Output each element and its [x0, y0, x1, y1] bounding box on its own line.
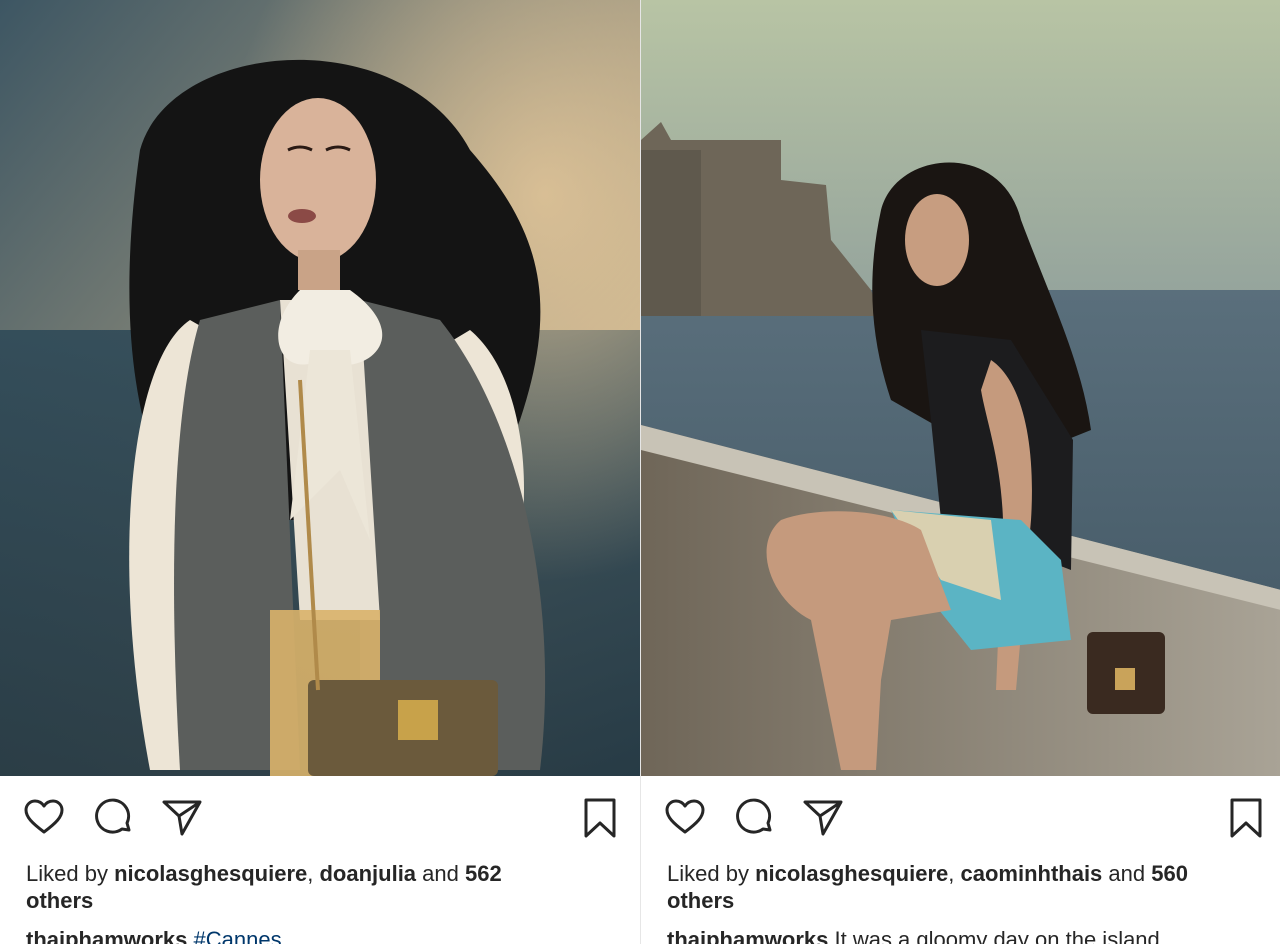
liker-username[interactable]: caominhthais: [960, 861, 1102, 886]
screenshot-collage: Liked by nicolasghesquiere, doanjulia an…: [0, 0, 1280, 944]
post-right: Liked by nicolasghesquiere, caominhthais…: [640, 0, 1280, 944]
heart-icon[interactable]: [22, 796, 66, 840]
liker-username[interactable]: nicolasghesquiere: [755, 861, 948, 886]
likes-prefix: Liked by: [667, 861, 756, 886]
likes-others[interactable]: others: [667, 888, 734, 913]
caption-hashtag[interactable]: #Cannes: [194, 927, 282, 944]
liker-username[interactable]: doanjulia: [319, 861, 416, 886]
likes-separator: ,: [307, 861, 320, 886]
action-bar: [641, 776, 1280, 858]
send-icon[interactable]: [160, 796, 204, 840]
heart-icon[interactable]: [663, 796, 707, 840]
liker-username[interactable]: nicolasghesquiere: [114, 861, 307, 886]
bookmark-icon[interactable]: [1224, 796, 1268, 840]
post-photo[interactable]: [0, 0, 640, 776]
likes-prefix: Liked by: [26, 861, 115, 886]
send-icon[interactable]: [801, 796, 845, 840]
likes-count[interactable]: 560: [1151, 861, 1188, 886]
comment-icon[interactable]: [91, 796, 135, 840]
caption-text: It was a gloomy day on the island: [828, 927, 1160, 944]
post-left: Liked by nicolasghesquiere, doanjulia an…: [0, 0, 640, 944]
likes-and: and: [416, 861, 465, 886]
likes-count[interactable]: 562: [465, 861, 502, 886]
post-photo[interactable]: [641, 0, 1280, 776]
caption-username[interactable]: thaiphamworks: [667, 927, 828, 944]
comment-icon[interactable]: [732, 796, 776, 840]
action-bar: [0, 776, 640, 858]
likes-others[interactable]: others: [26, 888, 93, 913]
photo-illustration: [641, 0, 1280, 776]
likes-text: Liked by nicolasghesquiere, caominhthais…: [667, 860, 1267, 914]
caption: thaiphamworks #Cannes: [26, 926, 626, 944]
caption: thaiphamworks It was a gloomy day on the…: [667, 926, 1267, 944]
bookmark-icon[interactable]: [578, 796, 622, 840]
caption-username[interactable]: thaiphamworks: [26, 927, 187, 944]
photo-illustration: [0, 0, 640, 776]
likes-and: and: [1102, 861, 1152, 886]
likes-text: Liked by nicolasghesquiere, doanjulia an…: [26, 860, 586, 914]
likes-separator: ,: [948, 861, 961, 886]
